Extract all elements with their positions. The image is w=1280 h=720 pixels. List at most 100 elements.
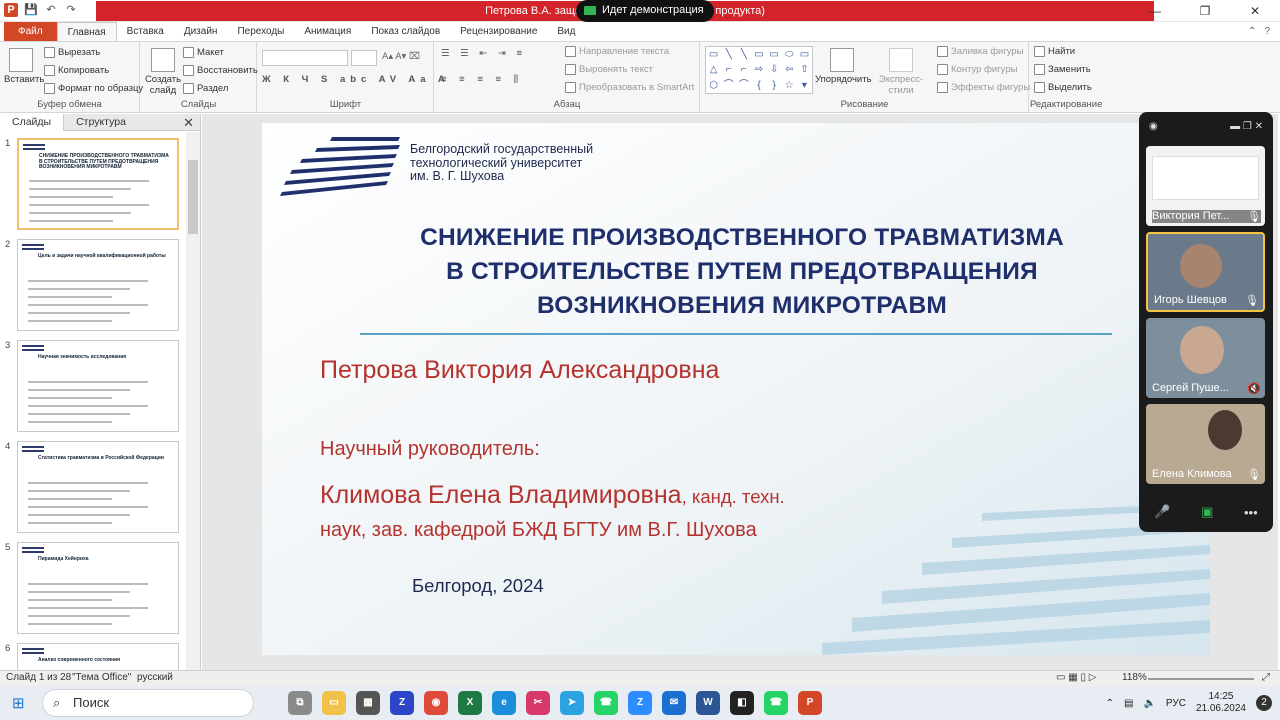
font-name-combo[interactable]: [262, 50, 348, 66]
current-slide[interactable]: Белгородский государственный технологиче…: [262, 123, 1210, 655]
shape-5-icon[interactable]: ⬭: [782, 47, 797, 62]
slide-thumbnail[interactable]: 3 Научная значимость исследования: [5, 340, 181, 432]
shape-6-icon[interactable]: ▭: [797, 47, 812, 62]
smartart-button[interactable]: Преобразовать в SmartArt: [565, 82, 694, 93]
text-direction-button[interactable]: Направление текста: [565, 46, 669, 57]
language-indicator[interactable]: РУС: [1166, 698, 1186, 709]
tray-arrow-icon[interactable]: ⌃: [1106, 698, 1114, 709]
fit-slide-icon[interactable]: ⤢: [1262, 672, 1270, 683]
tab-slides[interactable]: Слайды: [0, 113, 65, 131]
shape-4-icon[interactable]: ▭: [767, 47, 782, 62]
font-size-combo[interactable]: [351, 50, 377, 66]
collapse-ribbon-icon[interactable]: ⌃: [1248, 22, 1256, 41]
calculator-icon[interactable]: ▦: [356, 691, 380, 715]
windows-start-icon[interactable]: ⊞: [12, 694, 25, 712]
align-text-button[interactable]: Выровнять текст: [565, 64, 653, 75]
tab-review[interactable]: Рецензирование: [450, 22, 547, 41]
excel-icon[interactable]: X: [458, 691, 482, 715]
tab-animation[interactable]: Анимация: [294, 22, 361, 41]
paste-button[interactable]: Вставить: [4, 48, 44, 85]
tab-view[interactable]: Вид: [547, 22, 585, 41]
powerpoint-icon[interactable]: P: [798, 691, 822, 715]
file-explorer-icon[interactable]: ▭: [322, 691, 346, 715]
whatsapp-icon[interactable]: ☎: [594, 691, 618, 715]
help-icon[interactable]: ?: [1264, 22, 1270, 41]
redo-icon[interactable]: ↷: [64, 3, 78, 17]
shape-11-icon[interactable]: ⇩: [767, 62, 782, 77]
alignment-buttons[interactable]: ≡ ≡ ≡ ≡ ⫼: [441, 74, 523, 85]
format-painter-button[interactable]: Формат по образцу: [44, 83, 143, 94]
list-buttons[interactable]: ☰ ☰ ⇤ ⇥ ≡: [441, 48, 526, 59]
word-icon[interactable]: W: [696, 691, 720, 715]
shape-9-icon[interactable]: ⌐: [736, 62, 751, 77]
clock[interactable]: 14:25 21.06.2024: [1196, 691, 1246, 715]
screen-share-indicator[interactable]: Идет демонстрация: [576, 0, 714, 22]
shape-14-icon[interactable]: ⬡: [706, 78, 721, 93]
slide-thumbnail[interactable]: 6 Анализ современного состояния: [5, 643, 181, 670]
view-buttons[interactable]: ▭ ▦ ▯ ▷: [1056, 672, 1096, 683]
zoom-level[interactable]: 118%: [1122, 672, 1147, 683]
shape-13-icon[interactable]: ⇧: [797, 62, 812, 77]
zoom-icon[interactable]: Z: [628, 691, 652, 715]
participant-tile[interactable]: Елена Климова 🎙: [1146, 404, 1265, 484]
language[interactable]: русский: [137, 672, 173, 683]
notification-badge[interactable]: 2: [1256, 695, 1272, 711]
tab-outline[interactable]: Структура: [64, 114, 138, 131]
copy-button[interactable]: Копировать: [44, 65, 109, 76]
meeting-app-icon[interactable]: ◧: [730, 691, 754, 715]
slide-thumbnail[interactable]: 4 Статистика травматизма в Российской Фед…: [5, 441, 181, 533]
task-view-icon[interactable]: ⧉: [288, 691, 312, 715]
slide-thumbnail[interactable]: 2 Цель и задачи научной квалификационной …: [5, 239, 181, 331]
shape-7-icon[interactable]: △: [706, 62, 721, 77]
slide-thumbnail[interactable]: 5 Пирамида Хейнриха: [5, 542, 181, 634]
network-icon[interactable]: ▤: [1124, 698, 1133, 709]
layout-button[interactable]: Макет: [183, 47, 224, 58]
shape-12-icon[interactable]: ⇦: [782, 62, 797, 77]
scrollbar[interactable]: [186, 132, 200, 670]
participant-tile[interactable]: Виктория Пет... 🎙: [1146, 146, 1265, 226]
snipping-icon[interactable]: ✂: [526, 691, 550, 715]
shape-0-icon[interactable]: ▭: [706, 47, 721, 62]
new-slide-button[interactable]: Создать слайд: [144, 48, 182, 96]
shape-outline-button[interactable]: Контур фигуры: [937, 64, 1017, 75]
participant-tile[interactable]: Сергей Пуше... 🔇: [1146, 318, 1265, 398]
shape-1-icon[interactable]: ╲: [721, 47, 736, 62]
tab-design[interactable]: Дизайн: [174, 22, 228, 41]
reset-button[interactable]: Восстановить: [183, 65, 258, 76]
more-icon[interactable]: •••: [1244, 505, 1258, 520]
shapes-gallery[interactable]: ▭ ╲ ╲ ▭ ▭ ⬭ ▭ △ ⌐ ⌐ ⇨ ⇩ ⇦ ⇧ ⬡ ⌒ ⌒{} ☆ ▾: [705, 46, 813, 94]
find-button[interactable]: Найти: [1034, 46, 1075, 57]
tab-transitions[interactable]: Переходы: [227, 22, 294, 41]
zoom-slider[interactable]: [1148, 678, 1254, 680]
tab-home[interactable]: Главная: [56, 22, 117, 41]
shape-16-icon[interactable]: ⌒: [736, 78, 751, 93]
search-box[interactable]: ⌕ Поиск: [42, 689, 254, 717]
undo-icon[interactable]: ↶: [44, 3, 58, 17]
maximize-button[interactable]: ❐: [1180, 0, 1230, 22]
shape-17-icon[interactable]: {: [751, 78, 766, 93]
telegram-icon[interactable]: ➤: [560, 691, 584, 715]
quick-styles-button[interactable]: Экспресс-стили: [869, 48, 933, 96]
shape-18-icon[interactable]: }: [767, 78, 782, 93]
mic-icon[interactable]: 🎤: [1154, 504, 1170, 520]
volume-icon[interactable]: 🔈: [1143, 698, 1155, 709]
mail-icon[interactable]: ✉: [662, 691, 686, 715]
shape-2-icon[interactable]: ╲: [736, 47, 751, 62]
edge-icon[interactable]: e: [492, 691, 516, 715]
chrome-icon[interactable]: ◉: [424, 691, 448, 715]
app-icon[interactable]: Z: [390, 691, 414, 715]
whatsapp-icon[interactable]: ☎: [764, 691, 788, 715]
shape-19-icon[interactable]: ☆: [782, 78, 797, 93]
share-icon[interactable]: ▣: [1201, 504, 1213, 520]
arrange-button[interactable]: Упорядочить: [815, 48, 872, 85]
shape-3-icon[interactable]: ▭: [751, 47, 766, 62]
shape-20-icon[interactable]: ▾: [797, 78, 812, 93]
connection-icon[interactable]: ◉: [1149, 121, 1158, 132]
tab-file[interactable]: Файл: [4, 22, 57, 41]
save-icon[interactable]: 💾: [24, 3, 38, 17]
shape-8-icon[interactable]: ⌐: [721, 62, 736, 77]
shape-15-icon[interactable]: ⌒: [721, 78, 736, 93]
window-controls[interactable]: ▬ ❐ ✕: [1230, 121, 1263, 132]
section-button[interactable]: Раздел: [183, 83, 228, 94]
cut-button[interactable]: Вырезать: [44, 47, 100, 58]
